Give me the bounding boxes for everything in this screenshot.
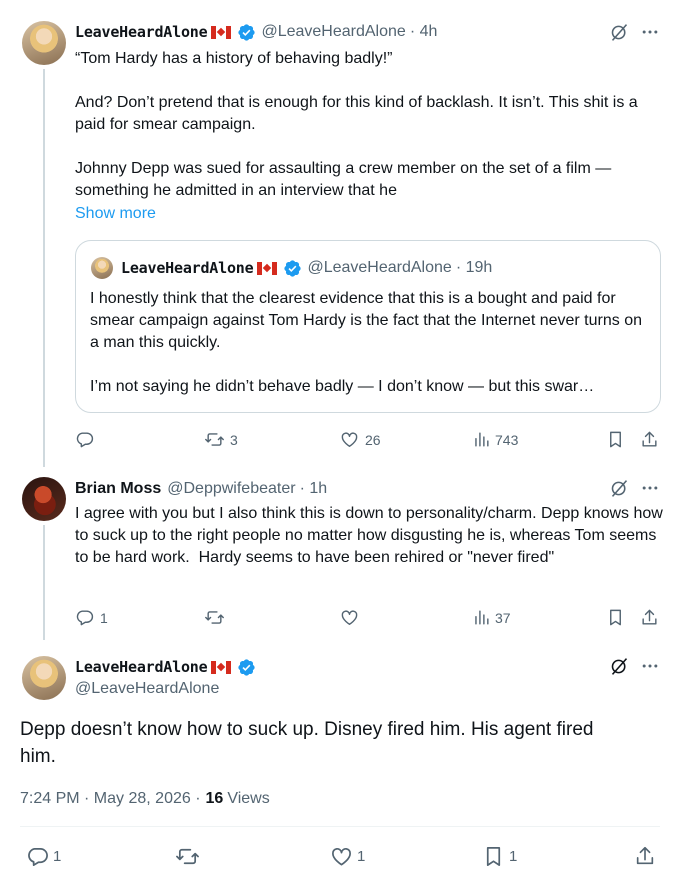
bookmark-button[interactable]: 1 bbox=[482, 845, 517, 868]
views-count: 37 bbox=[495, 609, 511, 626]
verified-badge-icon bbox=[238, 658, 256, 676]
tweet-header: LeaveHeardAlone bbox=[75, 656, 256, 678]
like-count: 1 bbox=[357, 848, 366, 865]
timestamp[interactable]: · 1h bbox=[300, 480, 328, 498]
avatar[interactable] bbox=[22, 656, 66, 700]
avatar[interactable] bbox=[22, 477, 66, 521]
like-button[interactable]: 26 bbox=[340, 430, 381, 449]
display-name[interactable]: LeaveHeardAlone bbox=[75, 658, 208, 676]
display-name[interactable]: Brian Moss bbox=[75, 480, 161, 498]
reply-count: 1 bbox=[53, 848, 62, 865]
repost-icon bbox=[205, 611, 224, 624]
tweet-meta: 7:24 PM · May 28, 2026 · 16 Views bbox=[20, 790, 270, 808]
share-icon[interactable] bbox=[640, 608, 659, 627]
reply-count: 1 bbox=[100, 609, 108, 626]
views-icon bbox=[475, 610, 489, 625]
reply-icon bbox=[28, 847, 48, 866]
timestamp: · 19h bbox=[455, 259, 493, 276]
views-icon bbox=[475, 432, 489, 447]
tweet-header: Brian Moss @Deppwifebeater · 1h bbox=[75, 478, 327, 500]
grok-icon[interactable] bbox=[609, 478, 630, 499]
repost-count: 3 bbox=[230, 431, 238, 448]
reply-icon bbox=[76, 610, 94, 626]
timestamp[interactable]: · 4h bbox=[410, 23, 438, 41]
handle[interactable]: @Deppwifebeater bbox=[167, 480, 295, 498]
repost-icon bbox=[176, 848, 199, 865]
reply-button[interactable]: 1 bbox=[26, 845, 61, 868]
repost-button[interactable]: 3 bbox=[205, 430, 238, 449]
more-icon[interactable] bbox=[640, 656, 660, 676]
grok-icon[interactable] bbox=[609, 22, 630, 43]
like-button[interactable] bbox=[340, 608, 365, 627]
divider bbox=[20, 826, 660, 827]
handle[interactable]: @LeaveHeardAlone bbox=[75, 680, 219, 698]
thread-line bbox=[43, 69, 45, 467]
like-icon bbox=[341, 610, 358, 625]
repost-button[interactable] bbox=[176, 845, 203, 868]
share-icon[interactable] bbox=[640, 430, 659, 449]
handle: @LeaveHeardAlone bbox=[307, 259, 452, 276]
display-name: LeaveHeardAlone bbox=[121, 259, 254, 277]
like-icon bbox=[341, 432, 358, 447]
views-button[interactable]: 37 bbox=[472, 608, 511, 627]
main-tweet-text: Depp doesn’t know how to suck up. Disney… bbox=[20, 719, 599, 767]
views-label: Views bbox=[227, 790, 270, 807]
tweet-text: “Tom Hardy has a history of behaving bad… bbox=[75, 50, 638, 199]
tweet-header: LeaveHeardAlone @LeaveHeardAlone · 4h bbox=[75, 21, 437, 43]
canada-flag-icon bbox=[211, 660, 232, 674]
handle[interactable]: @LeaveHeardAlone bbox=[261, 23, 405, 41]
bookmark-icon bbox=[486, 847, 501, 866]
quoted-tweet-card[interactable]: LeaveHeardAlone @LeaveHeardAlone · 19h I… bbox=[75, 240, 661, 413]
bookmark-count: 1 bbox=[509, 848, 518, 865]
like-count: 26 bbox=[365, 431, 381, 448]
views-count: 16 bbox=[205, 790, 224, 807]
bookmark-icon[interactable] bbox=[606, 430, 625, 449]
display-name[interactable]: LeaveHeardAlone bbox=[75, 23, 208, 41]
show-more-link[interactable]: Show more bbox=[75, 205, 156, 223]
more-icon[interactable] bbox=[640, 478, 660, 498]
thread-line bbox=[43, 525, 45, 640]
quote-text: I honestly think that the clearest evide… bbox=[90, 290, 642, 395]
verified-badge-icon bbox=[284, 259, 302, 277]
avatar[interactable] bbox=[22, 21, 66, 65]
verified-badge-icon bbox=[238, 23, 256, 41]
canada-flag-icon bbox=[257, 261, 278, 275]
reply-button[interactable]: 1 bbox=[75, 608, 108, 627]
repost-icon bbox=[205, 433, 224, 446]
grok-icon[interactable] bbox=[609, 656, 630, 677]
bookmark-icon[interactable] bbox=[606, 608, 625, 627]
repost-button[interactable] bbox=[205, 608, 230, 627]
quote-header: LeaveHeardAlone @LeaveHeardAlone · 19h bbox=[121, 257, 492, 279]
more-icon[interactable] bbox=[640, 22, 660, 42]
like-icon bbox=[332, 847, 351, 866]
canada-flag-icon bbox=[211, 25, 232, 39]
reply-icon bbox=[76, 432, 94, 448]
views-count: 743 bbox=[495, 431, 519, 448]
tweet-text: I agree with you but I also think this i… bbox=[75, 505, 668, 566]
avatar bbox=[91, 257, 113, 279]
reply-button[interactable] bbox=[75, 430, 100, 449]
share-icon[interactable] bbox=[634, 845, 656, 867]
views-button[interactable]: 743 bbox=[472, 430, 518, 449]
like-button[interactable]: 1 bbox=[330, 845, 365, 868]
timestamp[interactable]: 7:24 PM · May 28, 2026 · bbox=[20, 790, 201, 808]
